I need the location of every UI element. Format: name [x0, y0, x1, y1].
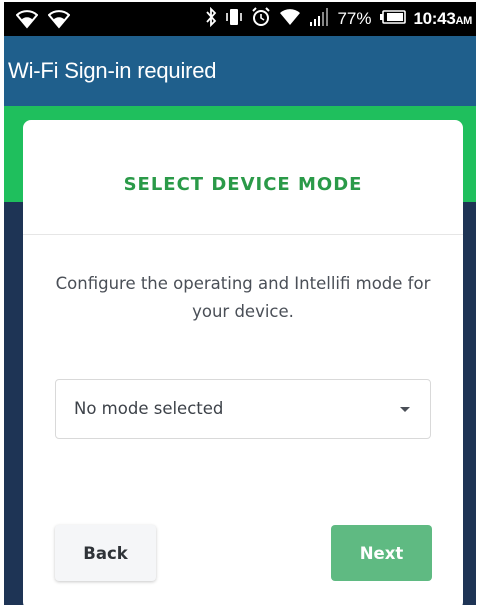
wifi-hotspot-icon	[47, 9, 71, 34]
screen: 77% 10:43AM Wi-Fi Sign-in required SELEC…	[4, 2, 476, 605]
battery-percent: 77%	[337, 9, 372, 28]
signal-icon	[309, 7, 329, 31]
card-title: SELECT DEVICE MODE	[123, 174, 363, 195]
mode-select[interactable]: No mode selected	[55, 379, 431, 439]
status-bar: 77% 10:43AM	[4, 2, 476, 36]
battery-icon	[379, 9, 406, 29]
card-description: Configure the operating and Intellifi mo…	[55, 274, 431, 321]
clock-time: 10:43	[413, 9, 456, 28]
vibrate-icon	[225, 7, 243, 32]
card-header: SELECT DEVICE MODE	[23, 120, 463, 235]
device-mode-card: SELECT DEVICE MODE Configure the operati…	[23, 120, 463, 605]
clock-suffix: AM	[455, 15, 472, 27]
wifi-icon	[279, 7, 301, 32]
next-button[interactable]: Next	[331, 525, 432, 581]
status-bar-left	[15, 9, 71, 34]
caret-down-icon	[400, 407, 410, 412]
app-bar: Wi-Fi Sign-in required	[4, 36, 476, 106]
clock: 10:43AM	[414, 9, 473, 29]
bluetooth-icon	[205, 6, 217, 32]
alarm-icon	[251, 6, 271, 32]
status-bar-right: 77% 10:43AM	[205, 2, 472, 36]
mode-select-value: No mode selected	[74, 399, 224, 418]
back-button[interactable]: Back	[55, 525, 156, 581]
page-title: Wi-Fi Sign-in required	[8, 58, 217, 83]
wifi-hotspot-icon	[15, 9, 39, 34]
